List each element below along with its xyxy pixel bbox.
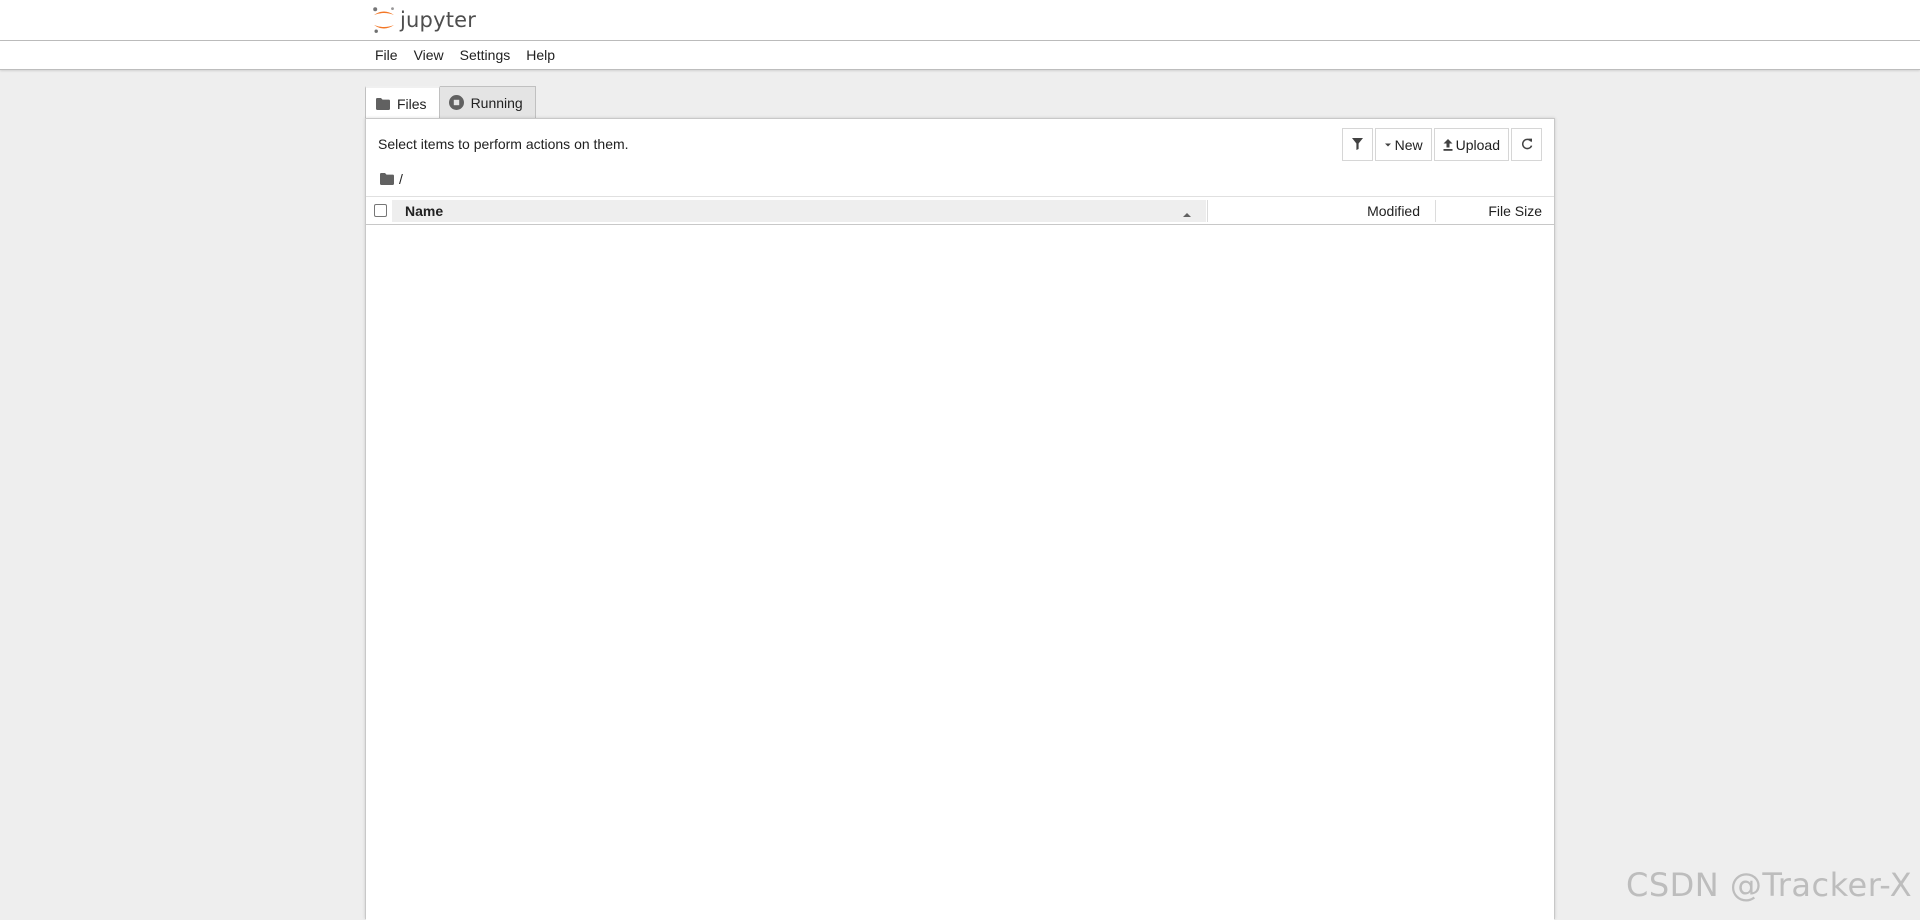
tab-files-label: Files xyxy=(397,95,427,112)
column-modified-label: Modified xyxy=(1367,203,1420,219)
new-button[interactable]: New xyxy=(1374,128,1432,161)
stop-circle-icon xyxy=(448,95,464,110)
select-all-checkbox[interactable] xyxy=(374,204,387,217)
instructions-text: Select items to perform actions on them. xyxy=(378,136,629,152)
tab-running[interactable]: Running xyxy=(439,86,536,118)
watermark-text: CSDN @Tracker-X xyxy=(1626,866,1913,904)
filter-icon xyxy=(1351,137,1363,153)
menu-help[interactable]: Help xyxy=(518,41,563,69)
column-file-size-label: File Size xyxy=(1488,203,1542,219)
sort-ascending-icon xyxy=(1182,205,1192,221)
upload-icon xyxy=(1443,138,1453,151)
tab-running-label: Running xyxy=(470,94,523,111)
folder-icon[interactable] xyxy=(380,173,394,185)
caret-down-icon xyxy=(1384,142,1392,148)
refresh-button[interactable] xyxy=(1511,128,1542,161)
logo-text: jupyter xyxy=(400,7,477,32)
file-list-header: Name Modified File Size xyxy=(366,196,1554,225)
new-button-label: New xyxy=(1394,136,1423,153)
file-toolbar: New Upload xyxy=(1341,128,1542,161)
tab-files[interactable]: Files xyxy=(365,86,440,119)
jupyter-logo[interactable]: jupyter xyxy=(372,5,476,35)
menu-items: File View Settings Help xyxy=(367,41,563,69)
tab-bar: Files Running xyxy=(365,86,536,119)
file-browser-panel: Select items to perform actions on them.… xyxy=(365,118,1555,920)
refresh-icon xyxy=(1521,137,1533,153)
menu-settings[interactable]: Settings xyxy=(452,41,519,69)
menu-view[interactable]: View xyxy=(406,41,452,69)
menu-file[interactable]: File xyxy=(367,41,406,69)
upload-button[interactable]: Upload xyxy=(1433,128,1509,161)
column-header-modified[interactable]: Modified xyxy=(1208,200,1434,222)
jupyter-logo-icon xyxy=(373,7,394,33)
column-header-name[interactable]: Name xyxy=(392,200,1206,222)
menu-bar: File View Settings Help xyxy=(0,41,1920,70)
top-header: jupyter xyxy=(0,0,1920,41)
breadcrumb-path[interactable]: / xyxy=(399,171,403,187)
breadcrumb: / xyxy=(380,170,403,188)
upload-button-label: Upload xyxy=(1455,136,1500,153)
filter-button[interactable] xyxy=(1341,128,1373,161)
column-name-label: Name xyxy=(405,203,444,219)
folder-icon xyxy=(375,96,390,111)
file-list[interactable] xyxy=(366,225,1554,920)
column-header-file-size[interactable]: File Size xyxy=(1436,200,1554,222)
